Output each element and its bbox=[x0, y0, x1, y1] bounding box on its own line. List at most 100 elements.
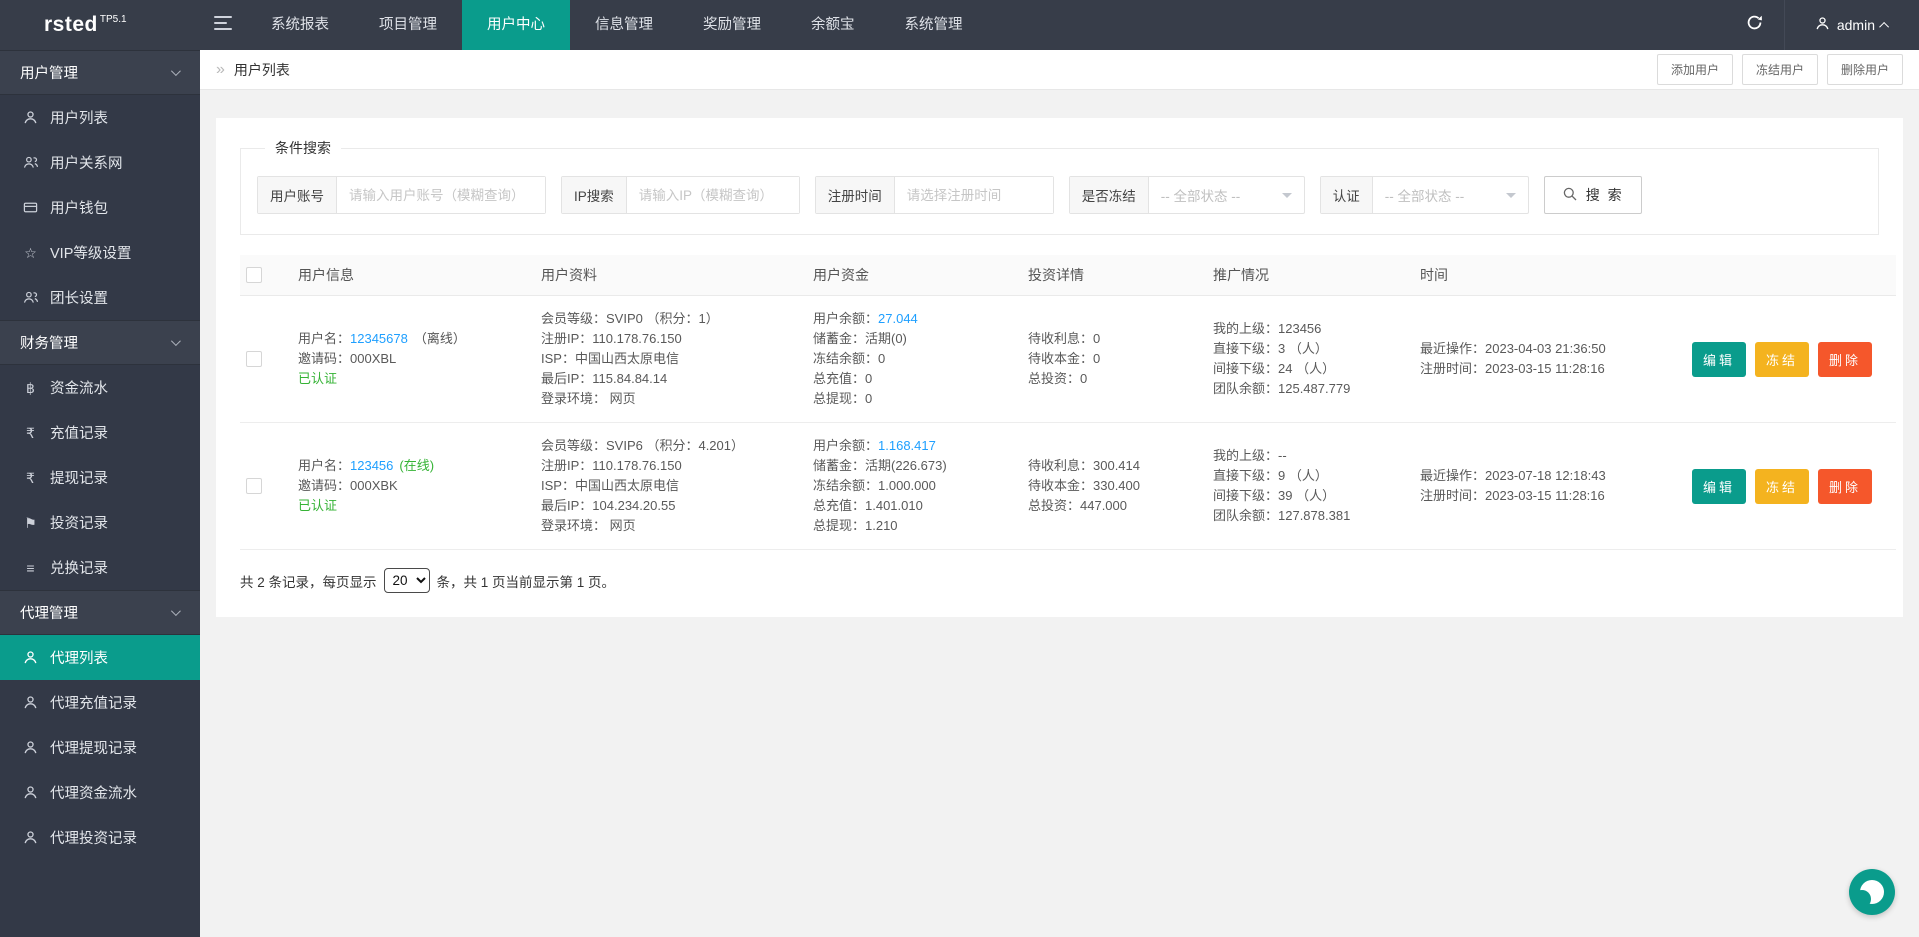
refresh-icon bbox=[1745, 13, 1764, 37]
balance-link[interactable]: 1.168.417 bbox=[878, 438, 936, 453]
table-row: 用户名：12345678（离线） 邀请码：000XBL 已认证 会员等级：SVI… bbox=[240, 296, 1896, 423]
user-icon bbox=[1815, 16, 1830, 34]
users-icon bbox=[22, 155, 39, 170]
item-label: 提现记录 bbox=[50, 467, 108, 488]
regtime-filter-group: 注册时间 bbox=[815, 176, 1054, 214]
regtime-input[interactable] bbox=[895, 177, 1053, 213]
search-filter: 条件搜索 用户账号 IP搜索 注册时间 是否冻结 -- 全部状态 - bbox=[240, 138, 1879, 235]
delete-button[interactable]: 删除 bbox=[1818, 342, 1872, 377]
nav-item-info-manage[interactable]: 信息管理 bbox=[570, 0, 678, 50]
theme-toggle-button[interactable] bbox=[1849, 869, 1895, 915]
sidebar-item-withdraw-records[interactable]: ₹ 提现记录 bbox=[0, 455, 200, 500]
col-time: 时间 bbox=[1414, 255, 1686, 296]
user-icon bbox=[22, 830, 39, 845]
sidebar-item-agent-invest[interactable]: 代理投资记录 bbox=[0, 815, 200, 860]
wallet-icon bbox=[22, 200, 39, 215]
row-checkbox[interactable] bbox=[246, 478, 262, 494]
auth-label: 认证 bbox=[1321, 177, 1373, 213]
row-checkbox[interactable] bbox=[246, 351, 262, 367]
verified-badge: 已认证 bbox=[298, 496, 529, 516]
item-label: 资金流水 bbox=[50, 377, 108, 398]
account-label: 用户账号 bbox=[258, 177, 337, 213]
ip-search-input[interactable] bbox=[627, 177, 799, 213]
sidebar-toggle-button[interactable] bbox=[200, 0, 246, 50]
page-size-select[interactable]: 20 bbox=[384, 568, 430, 593]
sidebar-item-exchange-records[interactable]: ≡ 兑换记录 bbox=[0, 545, 200, 590]
nav-item-project-manage[interactable]: 项目管理 bbox=[354, 0, 462, 50]
sidebar-item-agent-withdraw[interactable]: 代理提现记录 bbox=[0, 725, 200, 770]
username-label: 用户名： bbox=[298, 331, 350, 346]
nav-item-system-report[interactable]: 系统报表 bbox=[246, 0, 354, 50]
sidebar-item-agent-list[interactable]: 代理列表 bbox=[0, 635, 200, 680]
breadcrumb: » 用户列表 添加用户 冻结用户 删除用户 bbox=[200, 50, 1919, 90]
item-label: VIP等级设置 bbox=[50, 242, 131, 263]
delete-user-button[interactable]: 删除用户 bbox=[1827, 54, 1903, 85]
item-label: 代理充值记录 bbox=[50, 692, 137, 713]
sidebar-item-recharge-records[interactable]: ₹ 充值记录 bbox=[0, 410, 200, 455]
filter-legend: 条件搜索 bbox=[265, 138, 341, 158]
auth-status-select[interactable]: -- 全部状态 -- bbox=[1373, 177, 1528, 213]
cell-promotion: 我的上级：-- 直接下级：9 （人） 间接下级：39 （人） 团队余额：127.… bbox=[1207, 423, 1414, 550]
nav-item-user-center[interactable]: 用户中心 bbox=[462, 0, 570, 50]
search-button-label: 搜 索 bbox=[1586, 185, 1624, 205]
admin-menu[interactable]: admin bbox=[1784, 0, 1919, 50]
table-header-row: 用户信息 用户资料 用户资金 投资详情 推广情况 时间 bbox=[240, 255, 1896, 296]
pagination: 共 2 条记录，每页显示 20 条，共 1 页当前显示第 1 页。 bbox=[240, 568, 1879, 593]
username-link[interactable]: 12345678 bbox=[350, 331, 408, 346]
nav-item-reward-manage[interactable]: 奖励管理 bbox=[678, 0, 786, 50]
online-status: （离线） bbox=[414, 331, 466, 346]
sidebar-group-agent-manage[interactable]: 代理管理 bbox=[0, 590, 200, 635]
nav-item-system-manage[interactable]: 系统管理 bbox=[880, 0, 988, 50]
cell-invest-detail: 待收利息：0 待收本金：0 总投资：0 bbox=[1022, 296, 1207, 423]
sidebar-item-agent-fund-flow[interactable]: 代理资金流水 bbox=[0, 770, 200, 815]
user-icon bbox=[22, 740, 39, 755]
col-actions bbox=[1686, 255, 1896, 296]
user-icon bbox=[22, 695, 39, 710]
sidebar-item-fund-flow[interactable]: ฿ 资金流水 bbox=[0, 365, 200, 410]
select-all-checkbox[interactable] bbox=[246, 267, 262, 283]
col-user-info: 用户信息 bbox=[292, 255, 535, 296]
freeze-button[interactable]: 冻结 bbox=[1755, 469, 1809, 504]
sidebar-item-user-wallet[interactable]: 用户钱包 bbox=[0, 185, 200, 230]
sidebar-item-user-network[interactable]: 用户关系网 bbox=[0, 140, 200, 185]
freeze-status-select[interactable]: -- 全部状态 -- bbox=[1149, 177, 1304, 213]
add-user-button[interactable]: 添加用户 bbox=[1657, 54, 1733, 85]
sidebar-item-agent-recharge[interactable]: 代理充值记录 bbox=[0, 680, 200, 725]
freeze-label: 是否冻结 bbox=[1070, 177, 1149, 213]
group-label: 财务管理 bbox=[20, 332, 78, 353]
delete-button[interactable]: 删除 bbox=[1818, 469, 1872, 504]
cell-user-info: 用户名：12345678（离线） 邀请码：000XBL 已认证 bbox=[292, 296, 535, 423]
sidebar-item-invest-records[interactable]: ⚑ 投资记录 bbox=[0, 500, 200, 545]
freeze-user-button[interactable]: 冻结用户 bbox=[1742, 54, 1818, 85]
star-icon: ☆ bbox=[22, 246, 39, 260]
sidebar: 用户管理 用户列表 用户关系网 用户钱包 ☆ VIP等级设置 团长设置 财务管理… bbox=[0, 50, 200, 937]
col-invest-detail: 投资详情 bbox=[1022, 255, 1207, 296]
sidebar-item-user-list[interactable]: 用户列表 bbox=[0, 95, 200, 140]
sidebar-item-leader-settings[interactable]: 团长设置 bbox=[0, 275, 200, 320]
edit-button[interactable]: 编辑 bbox=[1692, 342, 1746, 377]
sidebar-group-user-manage[interactable]: 用户管理 bbox=[0, 50, 200, 95]
item-label: 用户关系网 bbox=[50, 152, 123, 173]
topbar: rsted TP5.1 系统报表 项目管理 用户中心 信息管理 奖励管理 余额宝… bbox=[0, 0, 1919, 50]
sidebar-group-finance-manage[interactable]: 财务管理 bbox=[0, 320, 200, 365]
cell-time: 最近操作：2023-07-18 12:18:43 注册时间：2023-03-15… bbox=[1414, 423, 1686, 550]
user-icon bbox=[22, 110, 39, 125]
top-navigation: 系统报表 项目管理 用户中心 信息管理 奖励管理 余额宝 系统管理 bbox=[246, 0, 988, 50]
topbar-right: admin bbox=[1726, 0, 1919, 50]
item-label: 兑换记录 bbox=[50, 557, 108, 578]
account-input[interactable] bbox=[337, 177, 545, 213]
sidebar-item-vip-level[interactable]: ☆ VIP等级设置 bbox=[0, 230, 200, 275]
regtime-label: 注册时间 bbox=[816, 177, 895, 213]
hamburger-icon bbox=[214, 16, 232, 35]
search-button[interactable]: 搜 索 bbox=[1544, 176, 1642, 214]
username-link[interactable]: 123456 bbox=[350, 458, 393, 473]
nav-item-yuebao[interactable]: 余额宝 bbox=[786, 0, 880, 50]
col-user-funds: 用户资金 bbox=[807, 255, 1022, 296]
item-label: 用户钱包 bbox=[50, 197, 108, 218]
breadcrumb-icon: » bbox=[216, 61, 225, 79]
edit-button[interactable]: 编辑 bbox=[1692, 469, 1746, 504]
content-card: 条件搜索 用户账号 IP搜索 注册时间 是否冻结 -- 全部状态 - bbox=[216, 118, 1903, 617]
balance-link[interactable]: 27.044 bbox=[878, 311, 918, 326]
refresh-button[interactable] bbox=[1726, 0, 1784, 50]
freeze-button[interactable]: 冻结 bbox=[1755, 342, 1809, 377]
